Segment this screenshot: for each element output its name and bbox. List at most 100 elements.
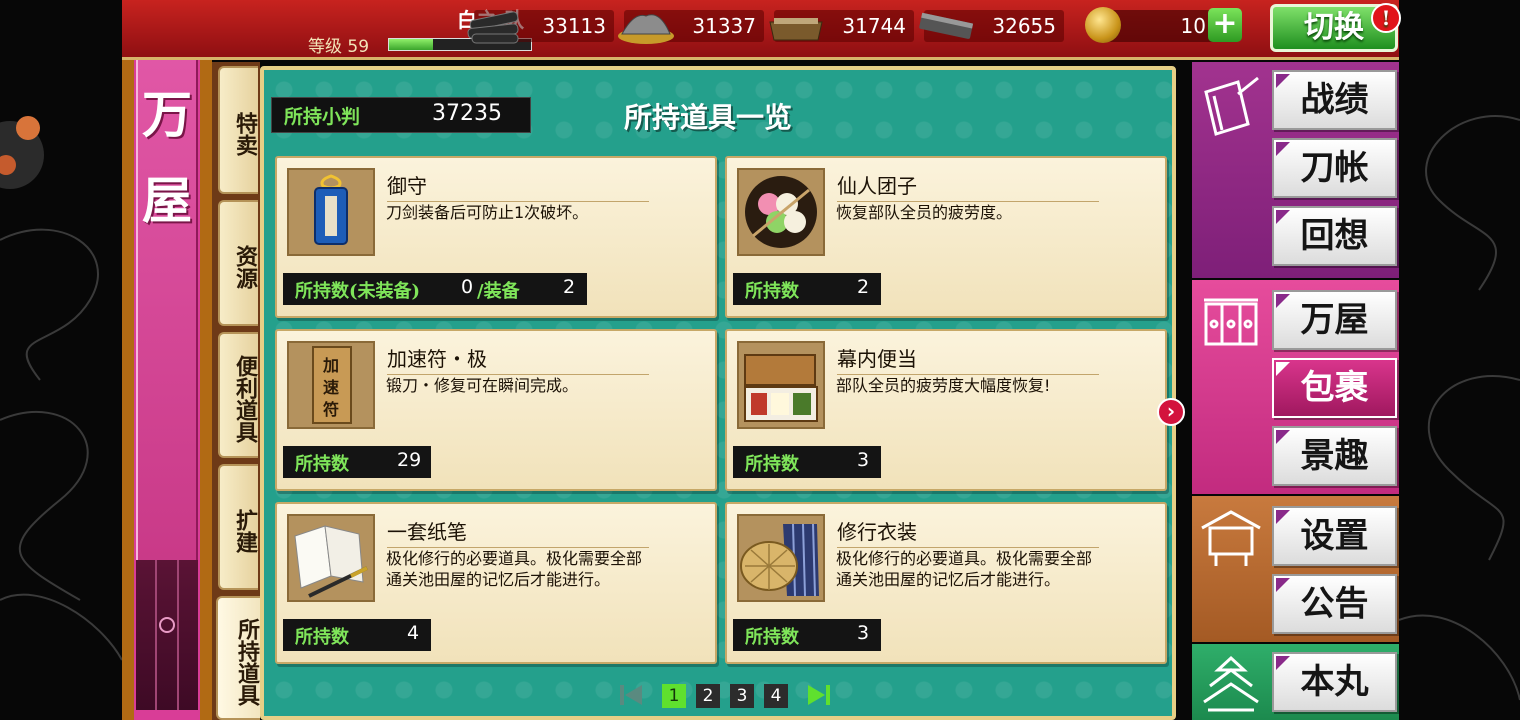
owned-count-bar: 所持数 3 <box>733 619 881 651</box>
resource-value: 31744 <box>842 14 906 38</box>
last-page-icon[interactable] <box>804 682 834 708</box>
item-name: 幕内便当 <box>837 343 1099 375</box>
sword-ledger-button[interactable]: 刀帐 <box>1272 138 1397 198</box>
announcements-button[interactable]: 公告 <box>1272 574 1397 634</box>
records-button[interactable]: 战绩 <box>1272 70 1397 130</box>
owned-items-panel: 所持小判 37235 所持道具一览 御守 刀剑装备后可防止1次破坏。 所持数(未… <box>260 66 1185 720</box>
owned-count-value: 29 <box>397 449 422 471</box>
swirl-background-left <box>0 116 122 661</box>
page-2-button[interactable]: 2 <box>696 684 720 708</box>
noren-curtain-icon <box>1204 298 1258 346</box>
first-page-icon[interactable] <box>616 682 646 708</box>
level-value: 59 <box>347 37 370 57</box>
record-book-icon <box>1204 76 1259 136</box>
tab-owned-items[interactable]: 所持道具 <box>216 596 260 720</box>
alert-badge: ! <box>1371 3 1401 33</box>
speedup-charm-icon: 加速符 <box>287 341 375 429</box>
tab-special-sale[interactable]: 特卖 <box>218 66 258 194</box>
shop-pillar: 万屋 <box>122 0 212 720</box>
owned-count-bar: 所持数 2 <box>733 273 881 305</box>
owned-count-label: 所持数 <box>295 454 349 475</box>
menu-group-settings: 设置 公告 <box>1192 496 1399 642</box>
recollection-button[interactable]: 回想 <box>1272 206 1397 266</box>
steel-icon <box>618 14 674 44</box>
shop-title: 万屋 <box>142 85 192 230</box>
item-description: 极化修行的必要道具。极化需要全部 通关池田屋的记忆后才能进行。 <box>836 549 1093 589</box>
owned-koban-value: 37235 <box>432 101 502 126</box>
notice-board-icon <box>1201 510 1261 566</box>
item-name: 一套纸笔 <box>387 516 649 548</box>
whetstone-icon <box>919 12 974 39</box>
resource-value: 32655 <box>992 14 1056 38</box>
bento-icon <box>737 341 825 429</box>
item-card[interactable]: 修行衣装 极化修行的必要道具。极化需要全部 通关池田屋的记忆后才能进行。 所持数 … <box>725 502 1167 664</box>
category-tabs: 特卖 资源 便利道具 扩建 所持道具 <box>212 62 260 720</box>
item-description: 部队全员的疲劳度大幅度恢复! <box>836 376 1051 395</box>
item-card[interactable]: 幕内便当 部队全员的疲劳度大幅度恢复! 所持数 3 <box>725 329 1167 491</box>
inventory-button[interactable]: 包裹 <box>1272 358 1397 418</box>
koban-currency: 10 + <box>1085 7 1242 43</box>
item-name: 加速符・极 <box>387 343 649 375</box>
item-card[interactable]: 仙人团子 恢复部队全员的疲劳度。 所持数 2 <box>725 156 1167 318</box>
menu-group-citadel: 本丸 <box>1192 644 1399 720</box>
top-status-bar: 白之 队 等级 59 33113 31337 31744 32655 10 + … <box>122 0 1401 60</box>
page-1-button[interactable]: 1 <box>662 684 686 708</box>
item-name: 修行衣装 <box>837 516 1099 548</box>
resource-coolant: 31744 <box>769 10 914 42</box>
gold-coin-icon <box>1085 7 1121 43</box>
item-name: 仙人团子 <box>837 170 1099 202</box>
svg-text:符: 符 <box>323 400 339 419</box>
switch-button-label: 切换 <box>1304 10 1364 45</box>
scenery-button[interactable]: 景趣 <box>1272 426 1397 486</box>
item-card[interactable]: 加速符 加速符・极 锻刀・修复可在瞬间完成。 所持数 29 <box>275 329 717 491</box>
citadel-button[interactable]: 本丸 <box>1272 652 1397 712</box>
page-4-button[interactable]: 4 <box>764 684 788 708</box>
item-description: 锻刀・修复可在瞬间完成。 <box>386 376 579 395</box>
koban-currency-value: 10 <box>1180 14 1206 38</box>
owned-count-label: 所持数 <box>745 454 799 475</box>
equipped-count-value: 2 <box>563 276 576 298</box>
tab-expansion[interactable]: 扩建 <box>218 464 258 590</box>
owned-count-label: 所持数(未装备) <box>295 281 421 302</box>
exp-bar-fill <box>389 39 434 50</box>
owned-koban-bar: 所持小判 37235 <box>271 97 531 133</box>
resource-value: 33113 <box>542 14 606 38</box>
owned-count-bar: 所持数 3 <box>733 446 881 478</box>
resource-value: 31337 <box>692 14 756 38</box>
coolant-icon <box>769 18 823 41</box>
owned-count-value: 2 <box>857 276 870 298</box>
main-menu: 战绩 刀帐 回想 万屋 包裹 景趣 设置 公告 本丸 <box>1192 62 1399 720</box>
tab-convenience-items[interactable]: 便利道具 <box>218 332 258 458</box>
add-koban-button[interactable]: + <box>1208 8 1242 42</box>
item-card[interactable]: 一套纸笔 极化修行的必要道具。极化需要全部 通关池田屋的记忆后才能进行。 所持数 … <box>275 502 717 664</box>
shop-button[interactable]: 万屋 <box>1272 290 1397 350</box>
item-card[interactable]: 御守 刀剑装备后可防止1次破坏。 所持数(未装备) 0 /装备 2 <box>275 156 717 318</box>
omamori-icon <box>287 168 375 256</box>
castle-icon <box>1203 655 1259 712</box>
owned-koban-label: 所持小判 <box>284 106 361 128</box>
item-description: 恢复部队全员的疲劳度。 <box>836 203 1013 222</box>
travel-outfit-icon <box>737 514 825 602</box>
menu-group-records: 战绩 刀帐 回想 <box>1192 62 1399 278</box>
resource-whetstone: 32655 <box>919 10 1064 42</box>
owned-count-value: 3 <box>857 449 870 471</box>
tab-resources[interactable]: 资源 <box>218 200 258 326</box>
level-label: 等级 59 <box>308 37 370 57</box>
item-description: 极化修行的必要道具。极化需要全部 通关池田屋的记忆后才能进行。 <box>386 549 643 589</box>
page-3-button[interactable]: 3 <box>730 684 754 708</box>
game-screen: 万屋 白之 队 等级 59 33113 31337 31744 <box>0 0 1520 720</box>
next-page-arrow-icon[interactable]: › <box>1157 398 1185 426</box>
item-name: 御守 <box>387 170 649 202</box>
dango-icon <box>737 168 825 256</box>
owned-count-bar: 所持数 29 <box>283 446 431 478</box>
swirl-background-right <box>1399 115 1520 701</box>
resource-charcoal: 33113 <box>467 10 614 44</box>
owned-count-label: 所持数 <box>295 627 349 648</box>
menu-group-shop: 万屋 包裹 景趣 <box>1192 280 1399 494</box>
paper-brush-icon <box>287 514 375 602</box>
owned-count-value: 4 <box>407 622 420 644</box>
switch-button[interactable]: 切换 ! <box>1270 3 1401 52</box>
owned-count-bar: 所持数(未装备) 0 /装备 2 <box>283 273 587 305</box>
owned-count-label: 所持数 <box>745 281 799 302</box>
settings-button[interactable]: 设置 <box>1272 506 1397 566</box>
